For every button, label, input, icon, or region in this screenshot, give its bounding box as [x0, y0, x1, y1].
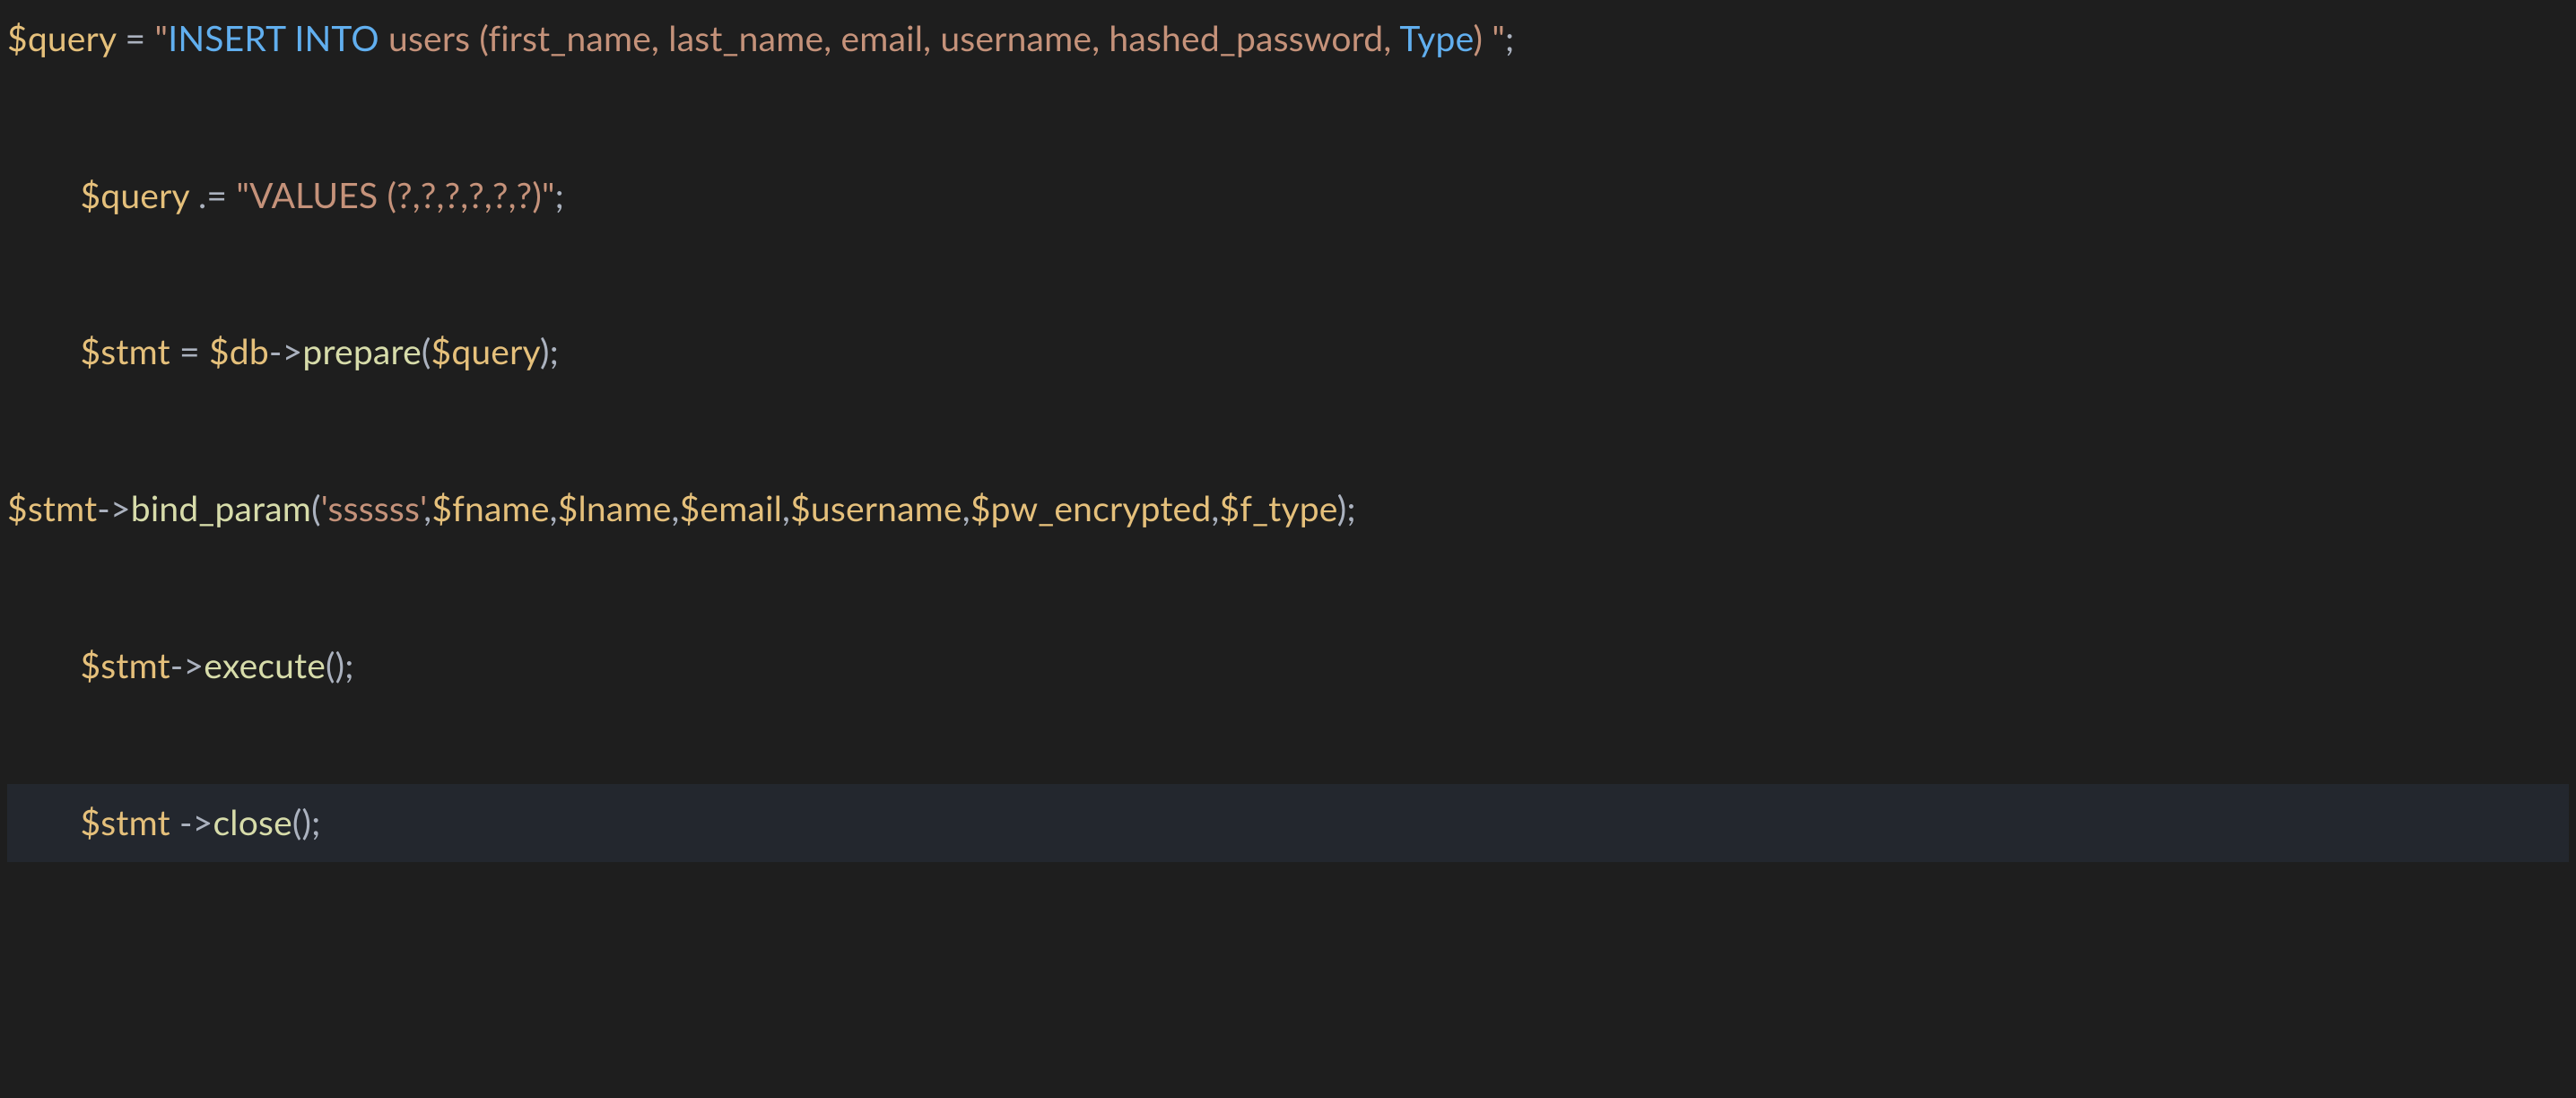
- token-variable: $stmt: [7, 488, 97, 529]
- token-string-quote: ": [155, 18, 169, 59]
- token-indent: [7, 645, 80, 686]
- code-line-9: $stmt->execute();: [7, 645, 354, 686]
- token-string: users (first_name, last_name, email, use…: [379, 18, 1400, 59]
- token-paren: (: [311, 488, 321, 529]
- token-comma: ,: [423, 488, 431, 529]
- token-method: close: [213, 802, 292, 843]
- token-variable: $query: [7, 18, 116, 59]
- token-sql-keyword: Type: [1399, 18, 1473, 59]
- token-string: ): [1474, 18, 1493, 59]
- token-arrow: ->: [170, 645, 205, 686]
- token-indent: [7, 331, 80, 372]
- token-comma: ,: [782, 488, 790, 529]
- token-variable: $f_type: [1219, 488, 1336, 529]
- token-operator: =: [170, 331, 209, 372]
- token-semicolon: ;: [1505, 18, 1514, 59]
- code-line-1: $query = "INSERT INTO users (first_name,…: [7, 18, 1514, 59]
- token-variable: $stmt: [80, 331, 170, 372]
- code-line-blank: [7, 958, 16, 999]
- token-string: VALUES (?,?,?,?,?,?): [249, 175, 542, 216]
- token-arrow: ->: [179, 802, 213, 843]
- code-line-blank: [7, 723, 16, 764]
- token-variable: $query: [80, 175, 188, 216]
- token-arrow: ->: [97, 488, 131, 529]
- token-paren: ): [540, 331, 550, 372]
- token-variable: $stmt: [80, 802, 170, 843]
- token-parens: (): [326, 645, 344, 686]
- code-editor[interactable]: $query = "INSERT INTO users (first_name,…: [0, 0, 2576, 1019]
- token-semicolon: ;: [1346, 488, 1355, 529]
- token-indent: [7, 802, 80, 843]
- token-paren: (: [422, 331, 431, 372]
- code-line-3: $query .= "VALUES (?,?,?,?,?,?)";: [7, 175, 564, 216]
- token-operator: =: [116, 18, 154, 59]
- code-line-5: $stmt = $db->prepare($query);: [7, 331, 559, 372]
- code-line-blank: [7, 96, 16, 137]
- token-string-quote: ": [542, 175, 555, 216]
- code-line-blank: [7, 253, 16, 294]
- token-method: bind_param: [131, 488, 311, 529]
- token-semicolon: ;: [550, 331, 559, 372]
- token-variable: $username: [790, 488, 962, 529]
- token-comma: ,: [550, 488, 558, 529]
- token-method: execute: [204, 645, 326, 686]
- token-variable: $query: [431, 331, 540, 372]
- token-string-literal: 'ssssss': [321, 488, 424, 529]
- token-variable: $lname: [558, 488, 672, 529]
- token-semicolon: ;: [311, 802, 320, 843]
- token-space: [170, 802, 179, 843]
- code-line-blank: [7, 567, 16, 608]
- token-operator: .=: [189, 175, 237, 216]
- token-arrow: ->: [269, 331, 303, 372]
- code-line-11: $stmt ->close();: [7, 784, 2569, 862]
- token-paren: ): [1337, 488, 1347, 529]
- token-variable: $db: [209, 331, 269, 372]
- token-sql-keyword: INSERT INTO: [168, 18, 379, 59]
- code-line-blank: [7, 880, 16, 921]
- token-indent: [7, 175, 80, 216]
- token-parens: (): [292, 802, 311, 843]
- code-line-blank: [7, 410, 16, 451]
- token-semicolon: ;: [555, 175, 564, 216]
- token-variable: $stmt: [80, 645, 170, 686]
- token-comma: ,: [672, 488, 680, 529]
- token-variable: $fname: [431, 488, 549, 529]
- token-variable: $email: [680, 488, 782, 529]
- token-semicolon: ;: [344, 645, 353, 686]
- token-string-quote: ": [236, 175, 249, 216]
- token-method: prepare: [302, 331, 421, 372]
- token-variable: $pw_encrypted: [970, 488, 1212, 529]
- token-comma: ,: [962, 488, 970, 529]
- code-line-7: $stmt->bind_param('ssssss',$fname,$lname…: [7, 488, 1356, 529]
- token-string-quote: ": [1492, 18, 1505, 59]
